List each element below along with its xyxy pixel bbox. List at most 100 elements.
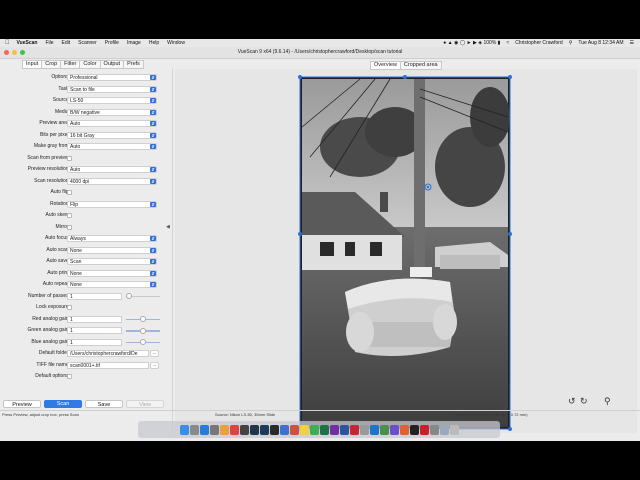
notes-icon[interactable] [299, 424, 309, 435]
close-button[interactable] [4, 50, 9, 55]
menu-scanner[interactable]: Scanner [74, 39, 101, 47]
auto-repeat-select[interactable]: None ⇵ [67, 281, 157, 288]
app-icon[interactable] [399, 424, 409, 435]
tab-overview[interactable]: Overview [370, 61, 401, 70]
scan-resolution-select[interactable]: 4000 dpi ⇵ [67, 177, 157, 185]
auto-print-select[interactable]: None ⇵ [67, 269, 157, 277]
make-gray-from-select[interactable]: Auto ⇵ [67, 143, 157, 150]
slider-knob[interactable] [140, 316, 146, 322]
tiff-file-name-field[interactable]: scan0001+.tif [67, 361, 149, 369]
default-options-checkbox[interactable] [67, 374, 72, 379]
menu-profile[interactable]: Profile [101, 39, 123, 47]
slider-knob[interactable] [140, 339, 146, 345]
menu-app[interactable]: VueScan [13, 39, 42, 47]
app-icon[interactable] [269, 424, 279, 435]
app-icon[interactable] [359, 424, 369, 435]
trash-icon[interactable] [449, 424, 459, 435]
tab-output[interactable]: Output [100, 60, 125, 69]
slider-knob[interactable] [140, 327, 146, 334]
menu-window[interactable]: Window [163, 39, 189, 47]
safari-icon[interactable] [199, 424, 209, 435]
mirror-checkbox[interactable] [67, 224, 72, 230]
default-folder-browse-button[interactable]: ⋯ [150, 350, 159, 357]
auto-flip-checkbox[interactable] [67, 190, 72, 195]
rotate-left-icon[interactable]: ↺ [568, 396, 576, 407]
menu-image[interactable]: Image [123, 39, 145, 47]
tab-cropped-area[interactable]: Cropped area [400, 61, 442, 70]
finder-icon[interactable] [179, 424, 189, 435]
terminal-icon[interactable] [409, 424, 419, 435]
tab-prefs[interactable]: Prefs [124, 60, 144, 69]
source-select[interactable]: LS-50 ⇵ [67, 97, 157, 104]
menu-help[interactable]: Help [145, 39, 163, 47]
rotate-right-icon[interactable]: ↻ [580, 396, 588, 407]
notification-center-icon[interactable]: ☰ [627, 39, 637, 47]
lock-exposure-checkbox[interactable] [67, 305, 72, 310]
search-icon[interactable]: ⚲ [566, 39, 576, 47]
menu-user[interactable]: Christopher Crawford [512, 39, 566, 47]
zoom-button[interactable] [20, 50, 25, 55]
minimize-button[interactable] [12, 50, 17, 55]
menu-file[interactable]: File [41, 39, 57, 47]
rotation-select[interactable]: Flip ⇵ [67, 200, 157, 208]
app-icon[interactable] [379, 424, 389, 435]
photos-icon[interactable] [219, 424, 229, 435]
scan-from-preview-checkbox[interactable] [67, 155, 72, 161]
app-icon[interactable] [289, 424, 299, 435]
status-icons[interactable]: ● ▲ ◉ ◯ ► ▶ ◈ 100% ▮ [440, 39, 503, 47]
system-preferences-icon[interactable] [209, 424, 219, 435]
onenote-icon[interactable] [329, 424, 339, 435]
green-gain-field[interactable]: 1 [67, 327, 122, 334]
evernote-icon[interactable] [309, 424, 319, 435]
auto-save-select[interactable]: Scan ⇵ [67, 258, 157, 265]
excel-icon[interactable] [319, 424, 329, 435]
save-button[interactable]: Save [85, 400, 123, 408]
word-icon[interactable] [339, 424, 349, 435]
clock[interactable]: Tue Aug 8 12:34 AM [575, 39, 626, 47]
app-icon[interactable] [349, 424, 359, 435]
tab-crop[interactable]: Crop [42, 60, 62, 69]
collapse-panel-icon[interactable]: ◀ [166, 224, 170, 230]
lightroom-icon[interactable] [249, 424, 259, 435]
chrome-icon[interactable] [229, 424, 239, 435]
photoshop-icon[interactable] [259, 424, 269, 435]
tab-color[interactable]: Color [80, 60, 101, 69]
number-of-passes-field[interactable]: 1 [67, 292, 122, 300]
scan-button[interactable]: Scan [44, 400, 82, 408]
preview-resolution-select[interactable]: Auto ⇵ [67, 166, 157, 173]
task-select[interactable]: Scan to file ⇵ [67, 85, 157, 93]
tab-input[interactable]: Input [22, 60, 43, 69]
number-of-passes-slider[interactable] [126, 293, 160, 299]
preview-button[interactable]: Preview [3, 400, 41, 408]
acrobat-icon[interactable] [419, 424, 429, 435]
bits-per-pixel-select[interactable]: 16 bit Gray ⇵ [67, 131, 157, 139]
red-gain-field[interactable]: 1 [67, 315, 122, 323]
app-icon[interactable] [429, 424, 439, 435]
media-select[interactable]: B/W negative ⇵ [67, 108, 157, 116]
options-select[interactable]: Professional ⇵ [67, 74, 157, 81]
splitter[interactable] [172, 69, 173, 431]
blue-gain-field[interactable]: 1 [67, 338, 122, 346]
app-icon[interactable] [389, 424, 399, 435]
menu-edit[interactable]: Edit [58, 39, 75, 47]
view-button[interactable]: View [126, 400, 164, 408]
zoom-icon[interactable]: ⚲ [604, 396, 611, 407]
vscode-icon[interactable] [369, 424, 379, 435]
tab-filter[interactable]: Filter [61, 60, 81, 69]
launchpad-icon[interactable] [189, 424, 199, 435]
preview-area-select[interactable]: Auto ⇵ [67, 120, 157, 127]
auto-focus-select[interactable]: Always ⇵ [67, 235, 157, 242]
wifi-icon[interactable]: ≈ [503, 39, 512, 47]
red-gain-slider[interactable] [126, 316, 160, 322]
app-icon[interactable] [239, 424, 249, 435]
blue-gain-slider[interactable] [126, 339, 160, 345]
tiff-file-name-browse-button[interactable]: ⋯ [150, 361, 159, 369]
green-gain-slider[interactable] [126, 327, 160, 334]
slider-knob[interactable] [126, 293, 132, 299]
app-icon[interactable] [279, 424, 289, 435]
scan-preview[interactable] [175, 69, 637, 433]
auto-scan-select[interactable]: None ⇵ [67, 246, 157, 254]
default-folder-field[interactable]: /Users/christophercrawford/De [67, 350, 149, 357]
apple-icon[interactable]:  [0, 39, 13, 47]
downloads-icon[interactable] [439, 424, 449, 435]
